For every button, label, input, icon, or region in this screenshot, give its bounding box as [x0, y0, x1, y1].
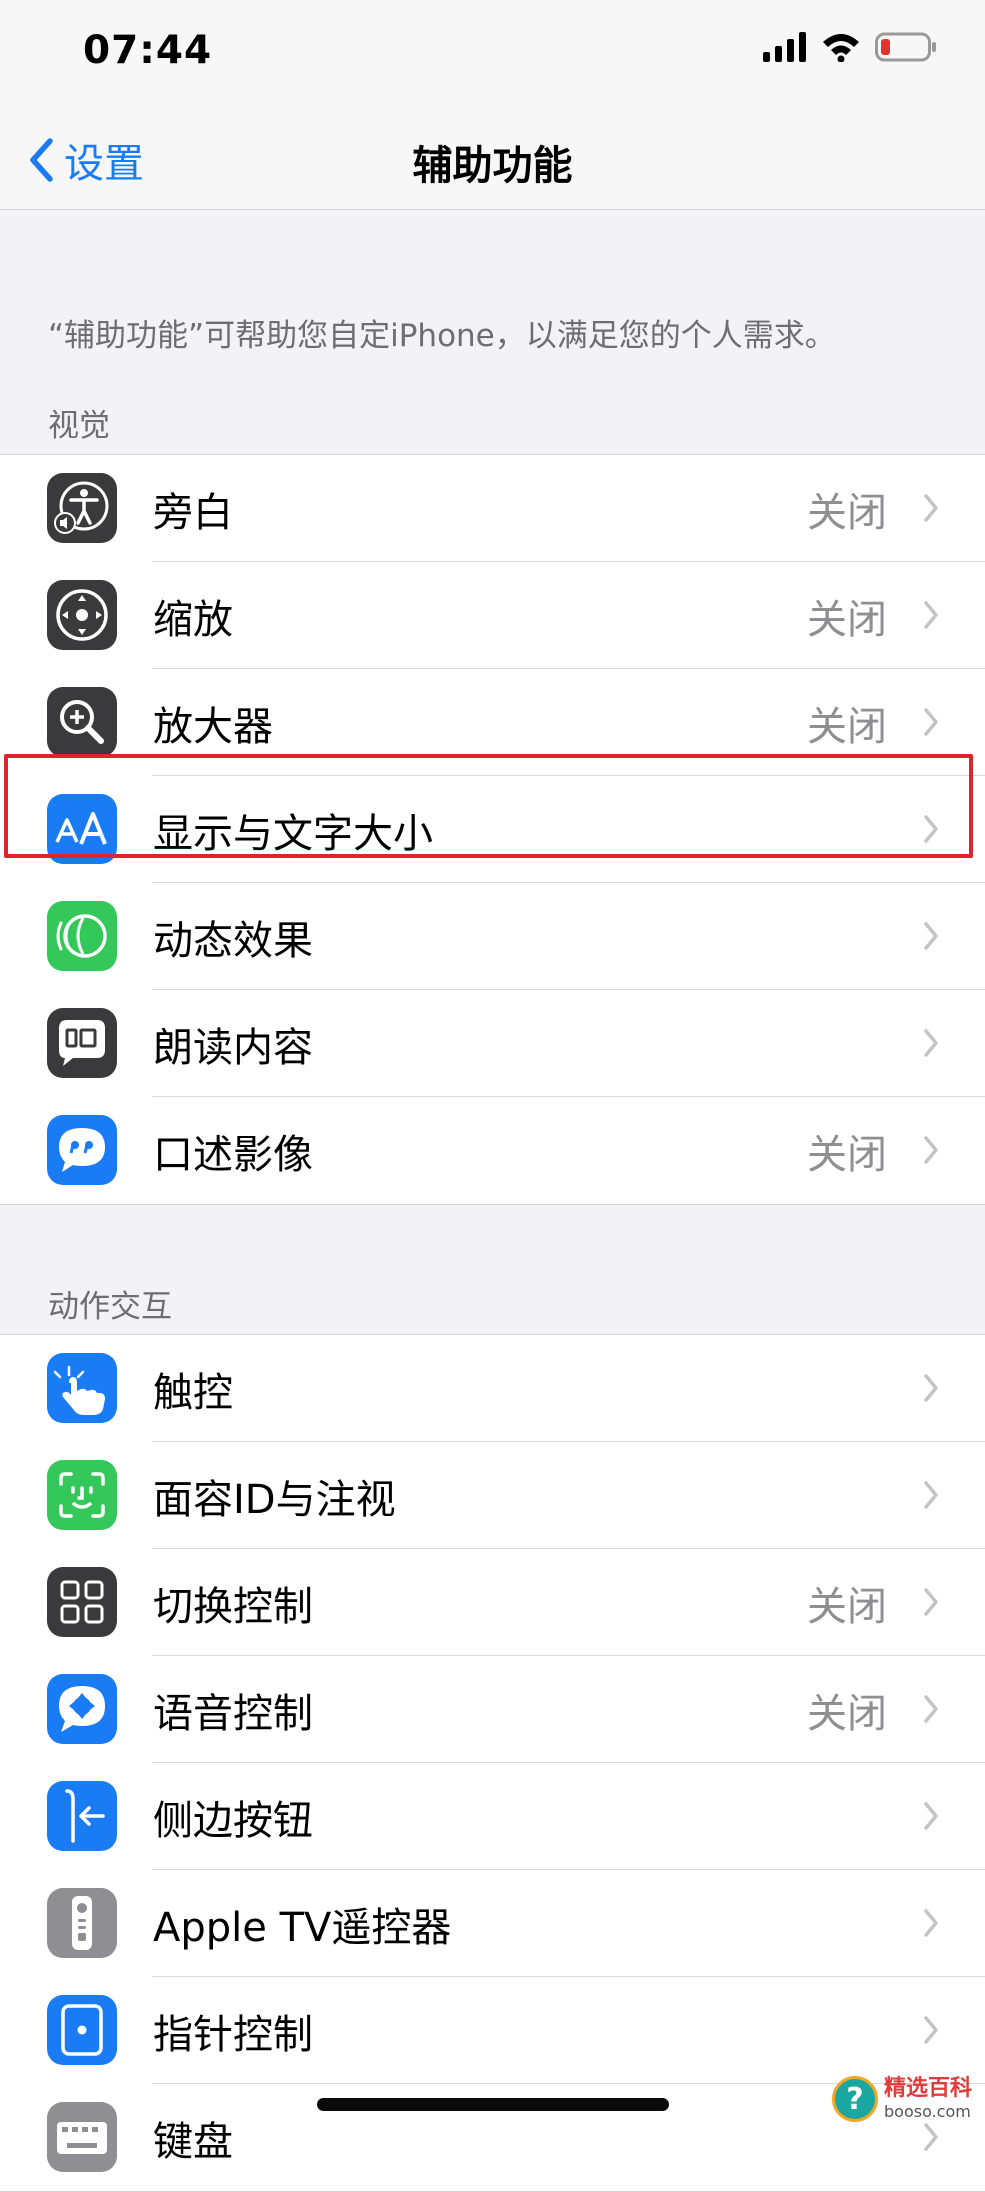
- row-motion[interactable]: 动态效果: [0, 883, 985, 990]
- row-audio-descriptions[interactable]: 口述影像 关闭: [0, 1097, 985, 1204]
- magnifier-icon: [47, 687, 117, 757]
- row-voiceover[interactable]: 旁白 关闭: [0, 455, 985, 562]
- navigation-bar: 设置 辅助功能: [0, 105, 985, 210]
- zoom-icon: [47, 580, 117, 650]
- row-label: Apple TV遥控器: [153, 1904, 452, 1951]
- row-spoken-content[interactable]: 朗读内容: [0, 990, 985, 1097]
- row-face-id[interactable]: 面容ID与注视: [0, 1442, 985, 1549]
- row-label: 侧边按钮: [153, 1797, 313, 1844]
- row-label: 朗读内容: [153, 1024, 313, 1071]
- row-display-text-size[interactable]: 显示与文字大小: [0, 776, 985, 883]
- chevron-right-icon: [924, 2123, 938, 2151]
- row-pointer-control[interactable]: 指针控制: [0, 1977, 985, 2084]
- row-zoom[interactable]: 缩放 关闭: [0, 562, 985, 669]
- row-touch[interactable]: 触控: [0, 1335, 985, 1442]
- face-id-icon: [47, 1460, 117, 1530]
- row-value: 关闭: [807, 703, 887, 750]
- row-label: 触控: [153, 1369, 233, 1416]
- keyboard-icon: [47, 2102, 117, 2172]
- row-label: 显示与文字大小: [153, 810, 433, 857]
- wifi-icon: [823, 34, 859, 62]
- touch-icon: [47, 1353, 117, 1423]
- row-switch-control[interactable]: 切换控制 关闭: [0, 1549, 985, 1656]
- chevron-right-icon: [924, 815, 938, 843]
- row-label: 缩放: [153, 596, 233, 643]
- settings-group-physical-motor: 触控 面容ID与注视 切换控制 关闭 语音控制 关闭 侧边按钮 Apple TV…: [0, 1334, 985, 2192]
- chevron-right-icon: [924, 1909, 938, 1937]
- status-icons: [763, 32, 937, 62]
- chevron-right-icon: [924, 1695, 938, 1723]
- audio-descriptions-icon: [47, 1115, 117, 1185]
- chevron-right-icon: [924, 1136, 938, 1164]
- side-button-icon: [47, 1781, 117, 1851]
- row-value: 关闭: [807, 1131, 887, 1178]
- row-label: 键盘: [153, 2118, 233, 2165]
- chevron-right-icon: [924, 1029, 938, 1057]
- voice-control-icon: [47, 1674, 117, 1744]
- home-indicator[interactable]: [317, 2098, 669, 2111]
- row-value: 关闭: [807, 596, 887, 643]
- chevron-right-icon: [924, 601, 938, 629]
- switch-control-icon: [47, 1567, 117, 1637]
- text-size-icon: [47, 794, 117, 864]
- section-header-physical-motor: 动作交互: [48, 1289, 172, 1325]
- signal-icon: [763, 32, 806, 62]
- row-label: 放大器: [153, 703, 273, 750]
- chevron-right-icon: [924, 1802, 938, 1830]
- pointer-control-icon: [47, 1995, 117, 2065]
- battery-icon: [875, 32, 936, 62]
- row-label: 动态效果: [153, 917, 313, 964]
- watermark: ? 精选百科 booso.com: [832, 2073, 977, 2125]
- spoken-content-icon: [47, 1008, 117, 1078]
- voiceover-icon: [47, 473, 117, 543]
- watermark-sub: booso.com: [884, 2101, 971, 2121]
- row-value: 关闭: [807, 489, 887, 536]
- row-label: 指针控制: [153, 2011, 313, 2058]
- status-bar: 07:44: [0, 0, 985, 105]
- intro-text: “辅助功能”可帮助您自定iPhone，以满足您的个人需求。: [48, 318, 836, 354]
- chevron-right-icon: [924, 1588, 938, 1616]
- section-header-vision: 视觉: [48, 408, 110, 444]
- chevron-right-icon: [924, 2016, 938, 2044]
- apple-tv-remote-icon: [47, 1888, 117, 1958]
- row-value: 关闭: [807, 1583, 887, 1630]
- row-label: 面容ID与注视: [153, 1476, 396, 1523]
- chevron-right-icon: [924, 1481, 938, 1509]
- row-label: 语音控制: [153, 1690, 313, 1737]
- chevron-right-icon: [924, 922, 938, 950]
- row-magnifier[interactable]: 放大器 关闭: [0, 669, 985, 776]
- row-label: 切换控制: [153, 1583, 313, 1630]
- row-voice-control[interactable]: 语音控制 关闭: [0, 1656, 985, 1763]
- page-title: 辅助功能: [412, 143, 573, 189]
- status-time: 07:44: [83, 28, 213, 73]
- row-side-button[interactable]: 侧边按钮: [0, 1763, 985, 1870]
- chevron-right-icon: [924, 494, 938, 522]
- row-label: 旁白: [153, 489, 233, 536]
- row-apple-tv-remote[interactable]: Apple TV遥控器: [0, 1870, 985, 1977]
- settings-group-vision: 旁白 关闭 缩放 关闭 放大器 关闭 显示与文字大小 动态效果 朗读内容 口述影…: [0, 454, 985, 1205]
- watermark-text: 精选百科: [884, 2076, 973, 2102]
- row-value: 关闭: [807, 1690, 887, 1737]
- chevron-right-icon: [924, 708, 938, 736]
- watermark-logo-icon: ?: [832, 2076, 878, 2122]
- chevron-right-icon: [924, 1374, 938, 1402]
- row-label: 口述影像: [153, 1131, 313, 1178]
- motion-icon: [47, 901, 117, 971]
